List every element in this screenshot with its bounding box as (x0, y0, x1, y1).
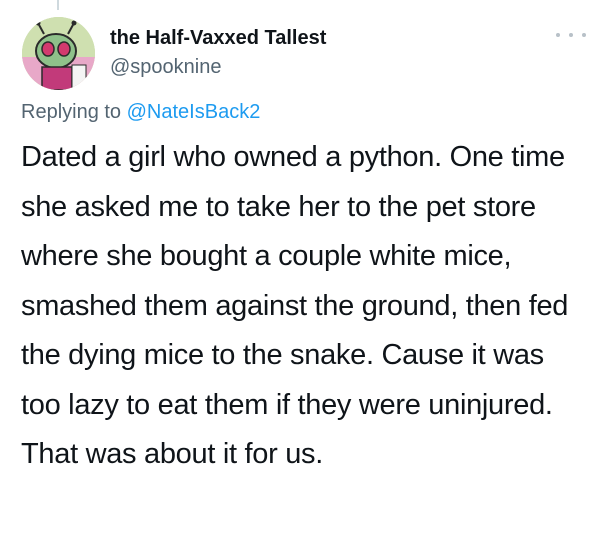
replying-to-mention-link[interactable]: @NateIsBack2 (127, 101, 261, 123)
cartoon-character-avatar-icon (22, 17, 95, 90)
dot-2 (569, 33, 573, 37)
replying-to-line: Replying to @NateIsBack2 (21, 101, 260, 124)
author-display-name[interactable]: the Half-Vaxxed Tallest (110, 27, 326, 50)
author-handle[interactable]: @spooknine (110, 56, 221, 79)
more-options-icon[interactable] (556, 28, 586, 42)
replying-to-prefix: Replying to (21, 101, 122, 123)
avatar[interactable] (22, 17, 95, 90)
tweet-text: Dated a girl who owned a python. One tim… (21, 141, 569, 470)
dot-3 (582, 33, 586, 37)
dot-1 (556, 33, 560, 37)
thread-connector-line (57, 0, 59, 10)
